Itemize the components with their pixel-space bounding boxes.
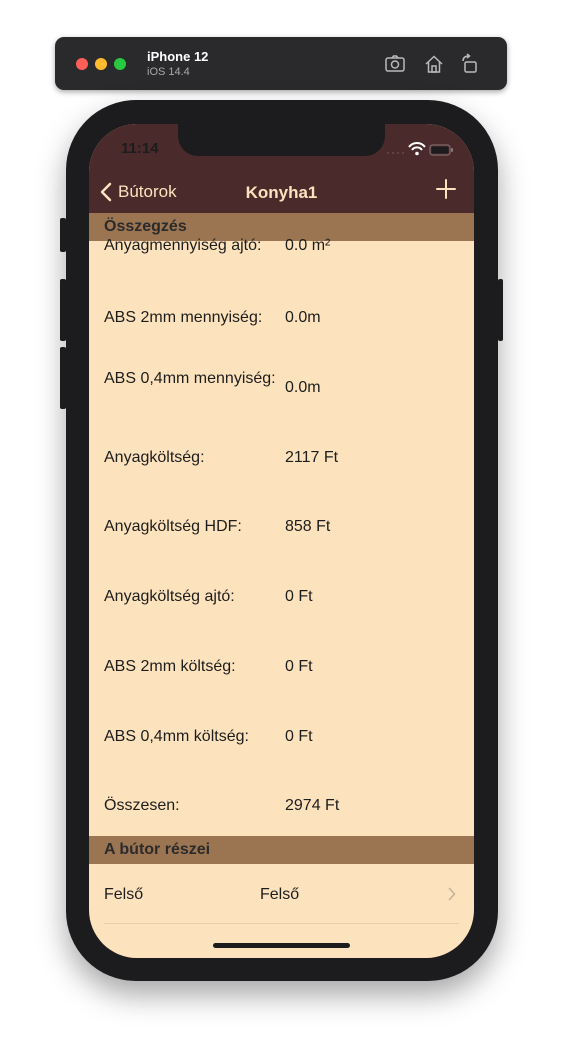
summary-value: 2974 Ft — [285, 797, 340, 814]
add-button[interactable] — [436, 179, 456, 199]
os-version: iOS 14.4 — [147, 66, 190, 78]
screenshot-icon[interactable] — [384, 53, 406, 75]
summary-label: Anyagmennyiség ajtó: — [104, 237, 262, 254]
status-icons — [387, 142, 453, 156]
summary-value: 0 Ft — [285, 588, 313, 605]
notch — [178, 124, 385, 156]
device-screen: 11:14 Bútorok Konyha1 Összegzés Anyagmen… — [89, 124, 474, 958]
list-item[interactable]: Felső Felső — [89, 864, 474, 924]
volume-up-button — [60, 279, 66, 341]
minimize-window-button[interactable] — [95, 58, 107, 70]
part-value: Felső — [260, 886, 300, 903]
close-window-button[interactable] — [76, 58, 88, 70]
volume-down-button — [60, 347, 66, 409]
status-time: 11:14 — [121, 140, 159, 157]
part-label: Felső — [104, 886, 144, 903]
plus-icon — [436, 179, 456, 199]
page-title: Konyha1 — [245, 183, 318, 202]
summary-value: 0.0m — [285, 309, 321, 326]
summary-value: 2117 Ft — [285, 449, 339, 466]
home-indicator[interactable] — [213, 943, 350, 948]
summary-label: Anyagköltség HDF: — [104, 518, 242, 535]
rotate-icon[interactable] — [459, 53, 481, 75]
simulator-toolbar: iPhone 12 iOS 14.4 — [55, 37, 507, 90]
zoom-window-button[interactable] — [114, 58, 126, 70]
device-name: iPhone 12 — [147, 49, 209, 64]
home-icon[interactable] — [423, 53, 445, 75]
summary-value: 0.0 m² — [285, 237, 331, 254]
summary-label: Anyagköltség: — [104, 449, 205, 466]
chevron-right-icon — [448, 887, 456, 901]
parts-section-header: A bútor részei — [89, 836, 474, 864]
summary-label: ABS 2mm költség: — [104, 658, 236, 675]
summary-label: Anyagköltség ajtó: — [104, 588, 235, 605]
summary-value: 0 Ft — [285, 658, 313, 675]
table-view[interactable]: Összegzés Anyagmennyiség ajtó: 0.0 m² AB… — [89, 213, 474, 958]
summary-label: ABS 0,4mm költség: — [104, 728, 249, 745]
summary-value: 858 Ft — [285, 518, 331, 535]
summary-value: 0 Ft — [285, 728, 313, 745]
power-button — [498, 279, 503, 341]
summary-label: ABS 0,4mm mennyiség: — [104, 370, 276, 387]
silent-switch — [60, 218, 66, 252]
summary-value: 0.0m — [285, 379, 321, 396]
summary-label: ABS 2mm mennyiség: — [104, 309, 263, 326]
summary-label: Összesen: — [104, 797, 180, 814]
divider — [104, 923, 459, 924]
